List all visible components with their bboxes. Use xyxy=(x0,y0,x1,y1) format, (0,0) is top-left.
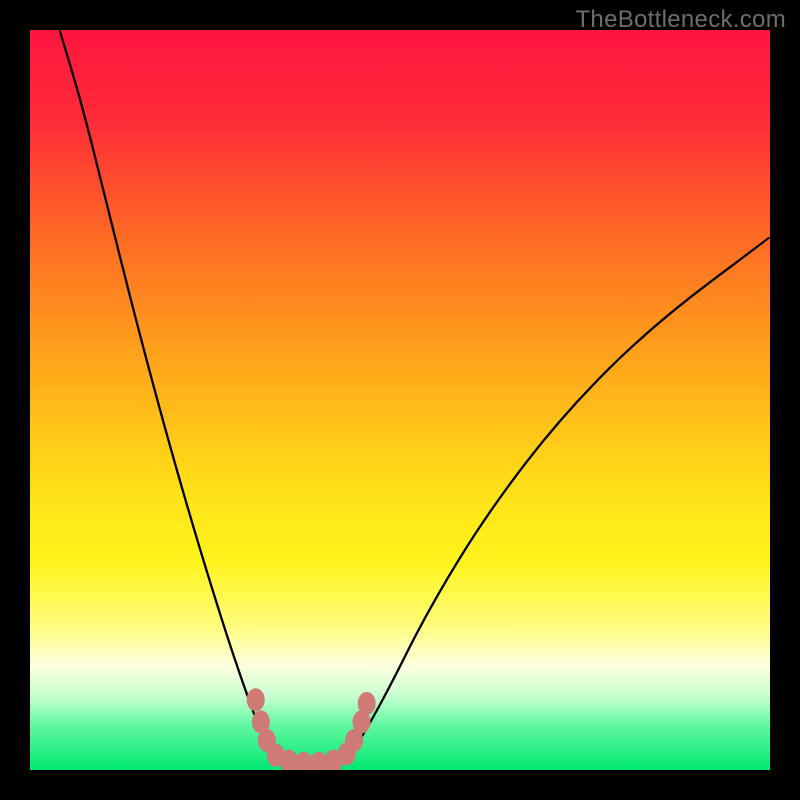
plot-area xyxy=(30,30,770,770)
curve-marker xyxy=(358,692,375,714)
chart-svg xyxy=(30,30,770,770)
curve-marker xyxy=(247,689,264,711)
curve-marker xyxy=(281,750,298,770)
gradient-background xyxy=(30,30,770,770)
chart-frame: TheBottleneck.com xyxy=(0,0,800,800)
